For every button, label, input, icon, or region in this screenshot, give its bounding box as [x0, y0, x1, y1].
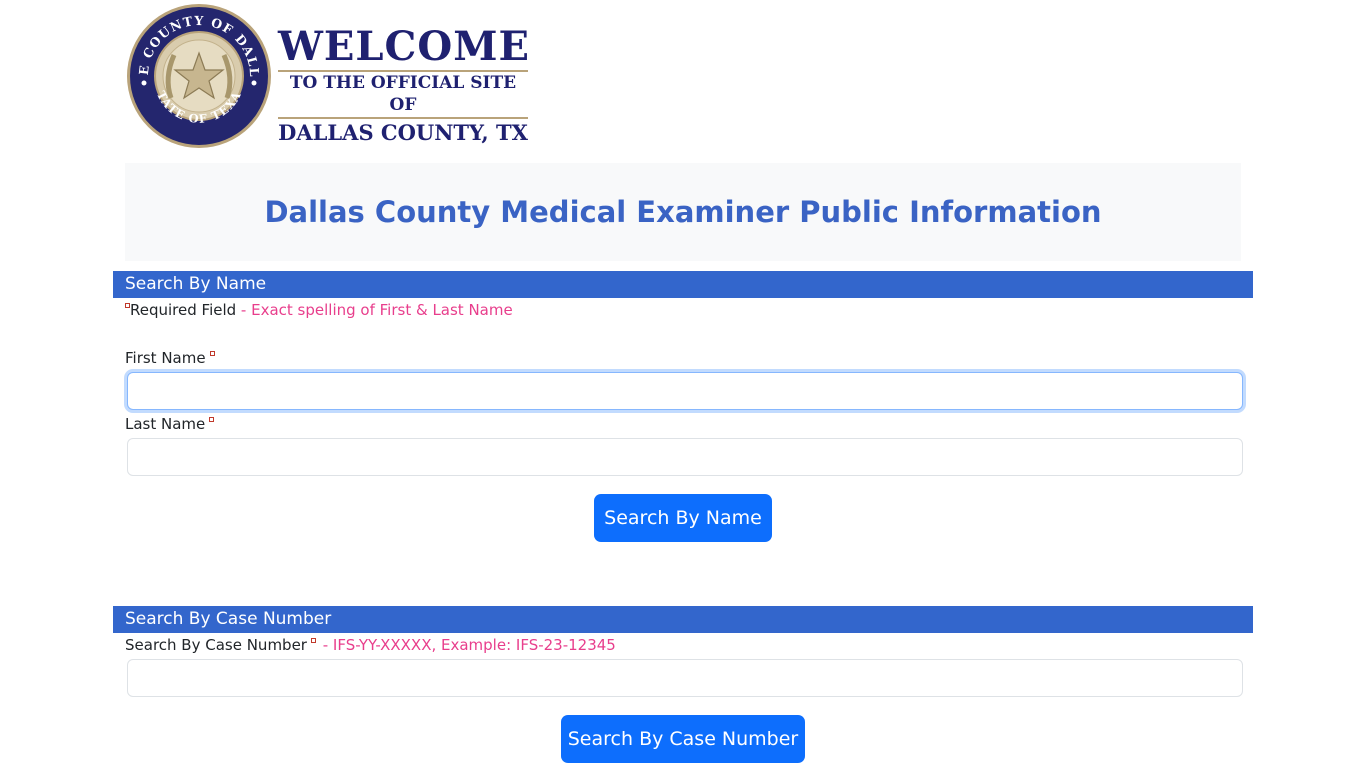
welcome-banner: WELCOME TO THE OFFICIAL SITE OF DALLAS C… [278, 23, 530, 147]
required-marker-icon [310, 638, 316, 643]
welcome-heading: WELCOME [278, 23, 530, 70]
last-name-label-text: Last Name [125, 415, 206, 433]
last-name-input[interactable] [127, 438, 1243, 476]
case-search-section-header: Search By Case Number [113, 606, 1253, 633]
name-search-section-header: Search By Name [113, 271, 1253, 298]
case-number-input[interactable] [127, 659, 1243, 697]
page-title: Dallas County Medical Examiner Public In… [264, 195, 1102, 229]
welcome-subheading: TO THE OFFICIAL SITE OF [289, 73, 517, 115]
site-header-logo[interactable]: THE COUNTY OF DALLAS STATE OF TEXAS WELC… [126, 3, 546, 149]
search-by-name-button[interactable]: Search By Name [594, 494, 772, 542]
exact-spelling-hint: - Exact spelling of First & Last Name [236, 301, 513, 319]
first-name-label: First Name [125, 348, 217, 368]
welcome-county-name: DALLAS COUNTY, TX [278, 120, 528, 145]
required-field-text: Required Field [130, 301, 237, 319]
case-number-label-text: Search By Case Number [125, 636, 307, 654]
first-name-label-text: First Name [125, 349, 206, 367]
county-seal-icon: THE COUNTY OF DALLAS STATE OF TEXAS [126, 3, 271, 148]
page: THE COUNTY OF DALLAS STATE OF TEXAS WELC… [0, 0, 1366, 768]
required-marker-icon [209, 351, 215, 356]
search-by-case-number-button[interactable]: Search By Case Number [561, 715, 805, 763]
first-name-input[interactable] [127, 372, 1243, 410]
required-marker-icon [209, 417, 215, 422]
last-name-label: Last Name [125, 414, 216, 434]
required-field-note: Required Field - Exact spelling of First… [125, 300, 513, 320]
case-number-label: Search By Case Number - IFS-YY-XXXXX, Ex… [125, 635, 616, 655]
title-banner: Dallas County Medical Examiner Public In… [125, 163, 1241, 261]
case-number-format-hint: - IFS-YY-XXXXX, Example: IFS-23-12345 [317, 636, 616, 654]
